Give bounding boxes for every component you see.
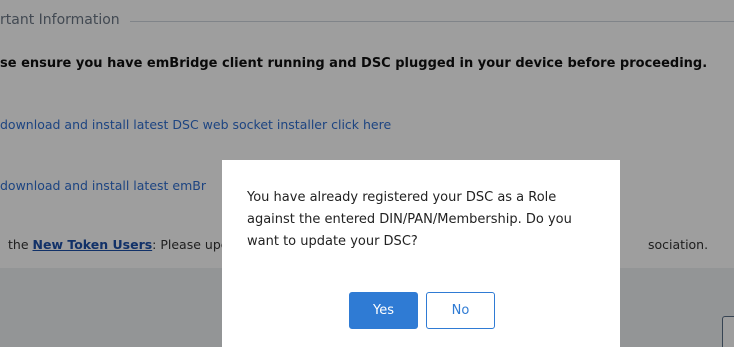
no-button[interactable]: No bbox=[426, 292, 495, 329]
dialog-message: You have already registered your DSC as … bbox=[247, 190, 572, 249]
yes-button[interactable]: Yes bbox=[349, 292, 418, 329]
confirm-dialog: You have already registered your DSC as … bbox=[222, 160, 620, 347]
